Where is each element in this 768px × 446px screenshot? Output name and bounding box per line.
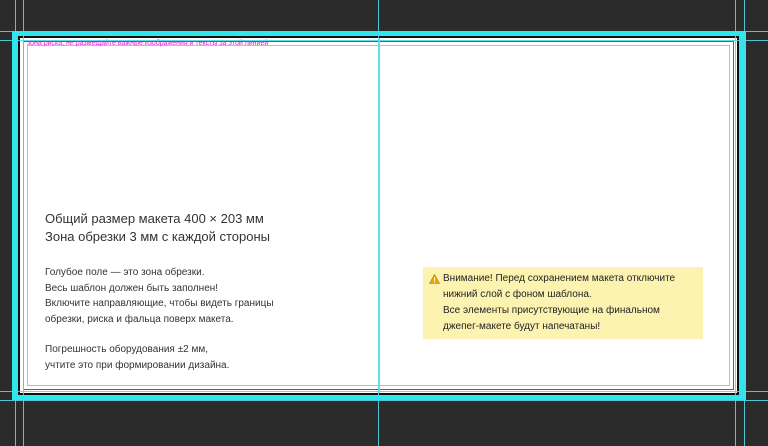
- warning-line: джепег-макете будут напечатаны!: [443, 321, 601, 332]
- horizontal-guide[interactable]: [0, 40, 768, 41]
- template-instructions: Голубое поле — это зона обрезки. Весь ша…: [45, 265, 274, 373]
- instruction-line: Голубое поле — это зона обрезки.: [45, 267, 205, 278]
- title-line: Общий размер макета 400 × 203 мм: [45, 211, 264, 226]
- instruction-line: Весь шаблон должен быть заполнен!: [45, 282, 219, 294]
- horizontal-guide[interactable]: [0, 31, 768, 32]
- instruction-line: обрезки, риска и фальца поверх макета.: [45, 313, 234, 325]
- vertical-guide[interactable]: [735, 0, 736, 446]
- vertical-guide[interactable]: [378, 0, 379, 446]
- horizontal-guide[interactable]: [0, 391, 768, 392]
- canvas-workspace[interactable]: зона риска, не размещайте важные изображ…: [0, 0, 768, 446]
- warning-line: Все элементы присутствующие на финальном: [443, 305, 660, 316]
- warning-triangle-icon: [429, 271, 443, 287]
- warning-line: нижний слой с фоном шаблона.: [443, 289, 592, 300]
- vertical-guide[interactable]: [744, 0, 745, 446]
- tolerance-line: учтите это при формировании дизайна.: [45, 359, 230, 371]
- tolerance-line: Погрешность оборудования ±2 мм,: [45, 344, 208, 355]
- fold-guide[interactable]: [379, 38, 380, 393]
- title-line: Зона обрезки 3 мм с каждой стороны: [45, 229, 271, 244]
- warning-line: Внимание! Перед сохранением макета отклю…: [443, 273, 676, 284]
- instruction-line: Включите направляющие, чтобы видеть гран…: [45, 298, 274, 309]
- vertical-guide[interactable]: [23, 0, 24, 446]
- horizontal-guide[interactable]: [0, 400, 768, 401]
- warning-note: Внимание! Перед сохранением макета отклю…: [423, 267, 703, 339]
- risk-zone-note: зона риска, не размещайте важные изображ…: [27, 40, 269, 47]
- vertical-guide[interactable]: [15, 0, 16, 446]
- template-size-title: Общий размер макета 400 × 203 мм Зона об…: [45, 210, 270, 246]
